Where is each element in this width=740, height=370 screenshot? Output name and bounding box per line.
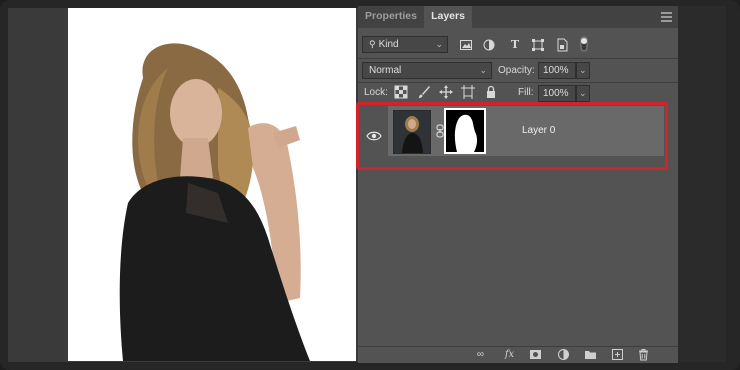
opacity-label: Opacity: [498, 65, 535, 76]
document-canvas[interactable] [68, 8, 356, 361]
link-layers-icon[interactable]: ∞ [474, 348, 487, 361]
adjustment-filter-icon[interactable] [482, 38, 496, 52]
app-frame: Properties Layers ⚲ Kind ⌄ T Normal ⌄ Op… [0, 0, 740, 370]
adjustment-layer-icon[interactable] [557, 348, 570, 361]
new-layer-icon[interactable] [611, 348, 624, 361]
lock-label: Lock: [364, 87, 388, 98]
chevron-down-icon: ⌄ [435, 39, 443, 49]
fill-input[interactable]: 100% [538, 85, 576, 102]
layers-bottom-bar: ∞ fx [358, 346, 678, 363]
lock-row: Lock: Fill: 100% ⌄ [358, 84, 678, 102]
delete-icon[interactable] [637, 348, 650, 361]
blend-mode-select[interactable]: Normal ⌄ [362, 62, 492, 79]
tab-layers[interactable]: Layers [424, 6, 472, 28]
chevron-down-icon: ⌄ [479, 65, 487, 75]
lock-all-icon[interactable] [484, 85, 498, 99]
type-filter-icon[interactable]: T [508, 38, 522, 52]
filter-toggle-icon[interactable] [577, 36, 591, 52]
group-folder-icon[interactable] [584, 348, 597, 361]
lock-image-icon[interactable] [417, 85, 431, 99]
fx-icon[interactable]: fx [503, 348, 516, 361]
chevron-down-icon: ⌄ [579, 88, 587, 98]
tab-properties[interactable]: Properties [358, 6, 424, 28]
divider [358, 82, 678, 83]
blend-row: Normal ⌄ Opacity: 100% ⌄ [358, 60, 678, 82]
filter-row: ⚲ Kind ⌄ T [358, 34, 678, 56]
layers-panel: Properties Layers ⚲ Kind ⌄ T Normal ⌄ Op… [358, 6, 678, 363]
panel-menu-icon[interactable] [661, 12, 672, 22]
panel-tab-bar: Properties Layers [358, 6, 678, 28]
smart-object-filter-icon[interactable] [555, 38, 569, 52]
portrait-photo [68, 8, 356, 361]
layer-row-highlight [356, 102, 668, 170]
lock-position-icon[interactable] [439, 85, 453, 99]
search-icon: ⚲ [369, 39, 376, 49]
image-filter-icon[interactable] [459, 38, 473, 52]
shape-filter-icon[interactable] [531, 38, 545, 52]
lock-transparent-icon[interactable] [394, 85, 408, 99]
filter-kind-label: Kind [378, 39, 399, 50]
blend-mode-value: Normal [369, 65, 402, 76]
filter-kind-select[interactable]: ⚲ Kind ⌄ [362, 36, 448, 53]
chevron-down-icon: ⌄ [579, 65, 587, 75]
add-mask-icon[interactable] [529, 348, 542, 361]
fill-dropdown[interactable]: ⌄ [576, 85, 590, 102]
lock-artboard-icon[interactable] [461, 85, 475, 99]
right-dock-area [678, 6, 726, 362]
fill-label: Fill: [518, 87, 534, 98]
divider [358, 58, 678, 59]
opacity-input[interactable]: 100% [538, 62, 576, 79]
opacity-dropdown[interactable]: ⌄ [576, 62, 590, 79]
